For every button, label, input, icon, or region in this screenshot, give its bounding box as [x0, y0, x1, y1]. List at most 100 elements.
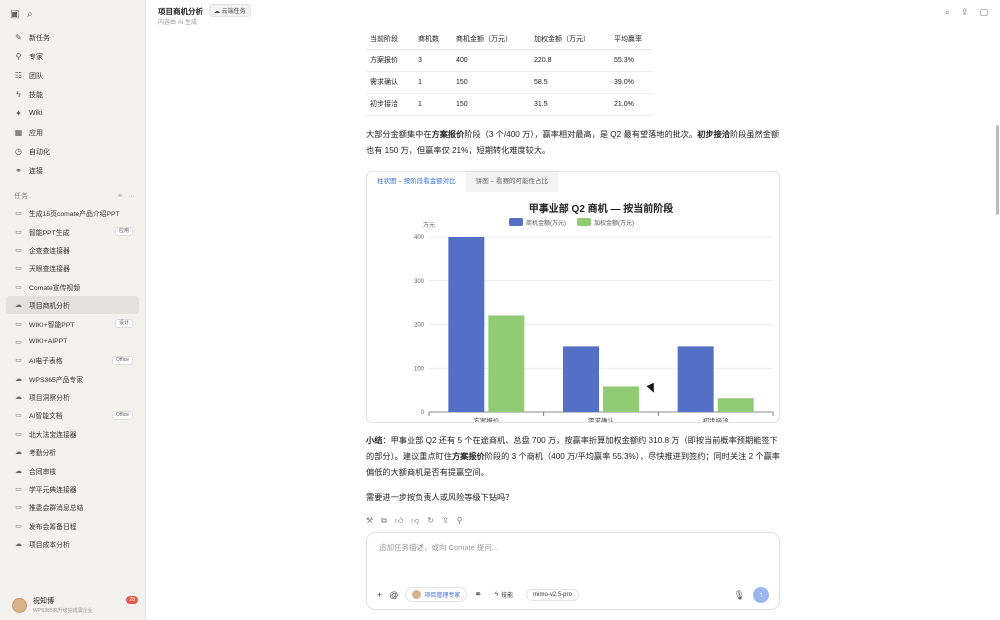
task-item[interactable]: ▭ 生成15页comate产品介绍PPT [6, 204, 139, 222]
pin-icon: ⚲ [15, 52, 22, 61]
sidebar-toggle-icon[interactable]: ▣ [10, 9, 21, 20]
link-icon[interactable]: ⚭ [474, 589, 482, 600]
task-item[interactable]: ☁ 项目成本分析 [6, 535, 139, 553]
nav-item-label: 团队 [29, 72, 43, 80]
tab-bar-chart[interactable]: 柱状图 – 按阶段看金额对比 [367, 172, 466, 192]
apps-icon: ▦ [14, 128, 23, 137]
task-item[interactable]: ▭ 学平元典连接器 [6, 480, 139, 498]
task-item[interactable]: ▭ 发布会筹备日程 [6, 517, 139, 535]
paragraph-text: 大部分金额集中在 [366, 130, 432, 139]
table-cell: 需求确认 [366, 71, 414, 94]
task-item[interactable]: ▭ AI智能文档 Office [6, 406, 139, 424]
task-item[interactable]: ▭ 企查查连接器 [6, 241, 139, 259]
task-item[interactable]: ☁ 合同审核 [6, 461, 139, 479]
task-item[interactable]: ☁ 考勤分析 [6, 443, 139, 461]
task-item[interactable]: ▭ WIKI+智能PPT 设计 [6, 314, 139, 332]
task-item[interactable]: ☁ 项目商机分析 [6, 295, 139, 315]
sidebar-nav: ✎ 新任务 ⚲ 专家 ☷ 团队 ϟ 技能 ✦ Wiki ▦ 应用 ◷ 自动化 ⚭ 连接 [0, 28, 145, 180]
copy-icon[interactable]: ⧉ [381, 516, 387, 526]
highlight-text: 方案报价 [431, 130, 465, 139]
task-item[interactable]: ▭ 推委会群消息总结 [6, 498, 139, 516]
avatar[interactable] [12, 597, 27, 613]
retry-icon[interactable]: ↻ [427, 516, 434, 526]
link-icon: ⚭ [15, 166, 22, 175]
filter-icon[interactable]: ≡ [118, 193, 122, 200]
tools-icon[interactable]: ⚒ [366, 516, 373, 526]
sidebar-nav-item[interactable]: ☷ 团队 [6, 66, 139, 85]
sidebar-nav-item[interactable]: ⚭ 连接 [6, 161, 139, 180]
cloud-icon: ☁ [15, 449, 22, 457]
task-item[interactable]: ☁ 项目洞察分析 [6, 388, 139, 406]
legend-swatch [577, 218, 591, 226]
wiki-icon: ✦ [15, 109, 22, 118]
task-item[interactable]: ▭ WIKI+AIPPT [6, 333, 139, 351]
tab-pie-chart[interactable]: 饼图 – 看赛的可能性占比 [465, 172, 558, 192]
prompt-input[interactable]: 追加任务描述，或向 Comate 提问... [379, 542, 498, 553]
summary-paragraph: 小结：甲事业部 Q2 还有 5 个在途商机、总盘 700 万，按赢率折算加权金额… [366, 433, 780, 481]
nav-item-label: 应用 [29, 129, 43, 137]
nav-item-label: Wiki [29, 110, 43, 117]
scrollbar[interactable] [996, 125, 999, 215]
sidebar-nav-item[interactable]: ▦ 应用 [6, 123, 139, 142]
sidebar-nav-item[interactable]: ϟ 技能 [6, 85, 139, 104]
share-icon[interactable]: ⇪ [961, 7, 969, 18]
y-tick-label: 100 [414, 366, 425, 372]
table-header-cell: 当前阶段 [366, 30, 414, 50]
table-cell: 方案报价 [366, 49, 414, 72]
send-button[interactable]: ↑ [753, 587, 769, 603]
table-header-cell: 商机数 [414, 30, 452, 50]
table-header-row: 当前阶段 商机数 商机金额（万元） 加权金额（万元） 平均赢率 [366, 30, 653, 50]
y-tick-label: 300 [414, 279, 425, 285]
sidebar-nav-item[interactable]: ⚲ 专家 [6, 47, 139, 66]
table-cell: 150 [452, 71, 530, 94]
task-badge: Office [112, 410, 133, 420]
sidebar-nav-item[interactable]: ✎ 新任务 [6, 28, 139, 47]
thumbs-down-icon[interactable]: 👎︎ [411, 516, 419, 526]
thumbs-up-icon[interactable]: 👍︎ [395, 516, 403, 526]
table-cell: 220.8 [530, 49, 610, 72]
skill-button[interactable]: ϟ 技能 [489, 588, 519, 601]
table-cell: 初步接洽 [366, 93, 414, 116]
monitor-icon: ▭ [15, 504, 22, 512]
cloud-task-tag: ☁ 云端任务 [209, 4, 251, 17]
add-icon[interactable]: + [377, 590, 382, 600]
task-item[interactable]: ▭ AI电子表格 Office [6, 351, 139, 369]
task-label: 项目洞察分析 [29, 395, 70, 403]
stage-summary-table: 当前阶段 商机数 商机金额（万元） 加权金额（万元） 平均赢率 方案报价 3 400 220.… [366, 30, 653, 116]
prompt-input-box[interactable]: 追加任务描述，或向 Comate 提问... + @ 项目管理专家 ⚭ ϟ 技能 … [366, 532, 780, 610]
sidebar-nav-item[interactable]: ✦ Wiki [6, 104, 139, 123]
search-icon[interactable]: ⌕ [945, 7, 950, 18]
page-header: 项目商机分析 ☁ 云端任务 内容由 AI 生成 ⌕ ⇪ ▢ [146, 0, 1000, 32]
team-icon: ☷ [14, 71, 23, 80]
share-icon[interactable]: ⇪ [442, 516, 449, 526]
nav-item-label: 技能 [29, 91, 43, 99]
task-label: 生成15页comate产品介绍PPT [29, 211, 120, 219]
summary-label: 小结 [366, 436, 383, 445]
task-item[interactable]: ▭ 北大法宝连接器 [6, 425, 139, 443]
window-icon[interactable]: ▢ [979, 7, 988, 18]
task-badge: Office [112, 355, 133, 365]
user-profile[interactable]: 祝知博 WPS365高升级完成需企业 28 [0, 590, 146, 620]
follow-up-question: 需要进一步按负责人或风险等级下钻吗？ [366, 493, 514, 502]
bolt-icon: ϟ [16, 90, 21, 99]
y-axis-unit: 万元 [423, 222, 435, 229]
notification-badge[interactable]: 28 [126, 596, 138, 604]
task-label: 合同审核 [29, 468, 57, 476]
more-icon[interactable]: ··· [128, 193, 135, 200]
mention-icon[interactable]: @ [389, 590, 398, 600]
task-label: Comate宣传视频 [29, 284, 80, 292]
chart-title: 甲事业部 Q2 商机 — 按当前阶段 [529, 202, 673, 215]
microphone-icon[interactable]: 🎙︎ [734, 590, 745, 601]
model-selector[interactable]: mimo-v2.5-pro [526, 588, 579, 601]
nav-item-label: 连接 [29, 167, 43, 175]
sidebar-nav-item[interactable]: ◷ 自动化 [6, 142, 139, 161]
task-item[interactable]: ▭ 智能PPT生成 应用 [6, 222, 139, 240]
expert-selector[interactable]: 项目管理专家 [405, 587, 468, 602]
flow-icon[interactable]: ⚲ [457, 516, 463, 526]
task-item[interactable]: ☁ WPS365产品专家 [6, 370, 139, 388]
search-icon[interactable]: ⌕ [27, 9, 38, 20]
x-tick-label: 需求确认 [588, 416, 615, 422]
task-item[interactable]: ▭ Comate宣传视频 [6, 278, 139, 296]
task-item[interactable]: ▭ 天眼查连接器 [6, 259, 139, 277]
task-label: AI电子表格 [29, 358, 63, 366]
